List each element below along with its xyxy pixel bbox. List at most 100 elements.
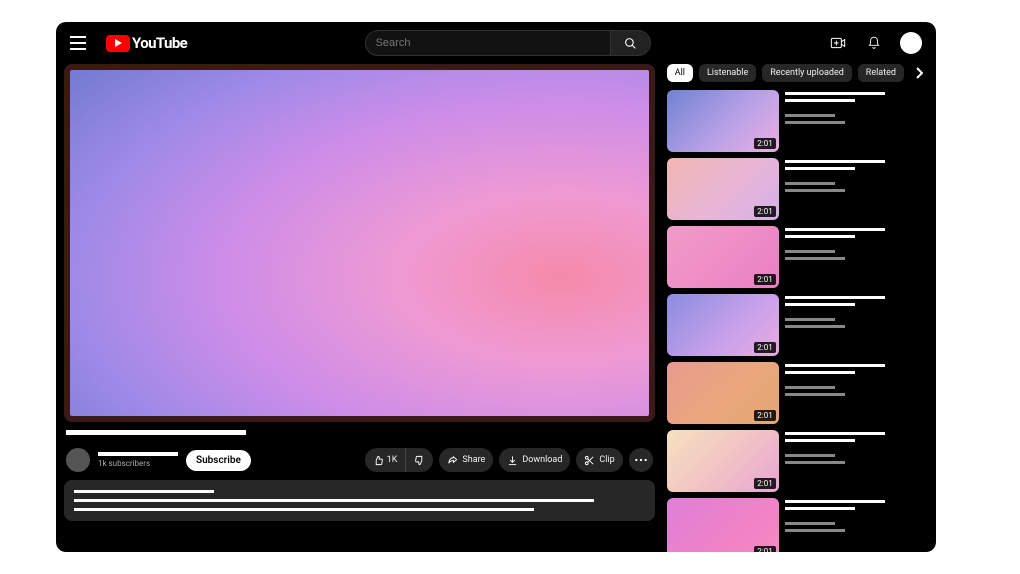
duration-badge: 2:01 xyxy=(754,342,775,353)
play-icon xyxy=(106,35,130,52)
related-video[interactable]: 2:01 xyxy=(667,226,928,288)
download-icon xyxy=(507,455,518,466)
related-channel-line xyxy=(785,250,835,253)
related-views-line xyxy=(785,461,845,464)
channel-name[interactable] xyxy=(98,452,178,456)
related-meta xyxy=(785,226,928,288)
related-title-line xyxy=(785,364,885,367)
like-count: 1K xyxy=(387,455,398,465)
related-title-line xyxy=(785,228,885,231)
youtube-logo[interactable]: YouTube xyxy=(106,34,187,52)
related-video[interactable]: 2:01 xyxy=(667,362,928,424)
filter-chip-all[interactable]: All xyxy=(667,64,693,82)
thumbs-up-icon xyxy=(373,455,384,466)
related-thumbnail[interactable]: 2:01 xyxy=(667,362,779,424)
channel-meta: 1k subscribers xyxy=(98,452,178,468)
below-player-row: 1k subscribers Subscribe 1K xyxy=(64,446,655,480)
related-thumbnail[interactable]: 2:01 xyxy=(667,90,779,152)
search-wrap xyxy=(365,30,651,56)
related-views-line xyxy=(785,257,845,260)
related-meta xyxy=(785,430,928,492)
related-channel-line xyxy=(785,318,835,321)
related-thumbnail[interactable]: 2:01 xyxy=(667,226,779,288)
related-title-line xyxy=(785,507,855,510)
action-row: 1K Share Download xyxy=(365,448,653,472)
create-button[interactable] xyxy=(828,33,848,53)
related-thumbnail[interactable]: 2:01 xyxy=(667,498,779,552)
related-title-line xyxy=(785,160,885,163)
related-views-line xyxy=(785,189,845,192)
clip-label: Clip xyxy=(599,455,614,465)
related-channel-line xyxy=(785,386,835,389)
app-frame: YouTube xyxy=(56,22,936,552)
related-video[interactable]: 2:01 xyxy=(667,90,928,152)
like-dislike-pill: 1K xyxy=(365,448,434,472)
create-icon xyxy=(830,36,846,50)
video-title xyxy=(66,430,653,440)
download-label: Download xyxy=(522,455,562,465)
related-meta xyxy=(785,158,928,220)
desc-line xyxy=(74,490,214,493)
desc-line xyxy=(74,508,534,511)
video-player-wrap xyxy=(64,64,655,422)
menu-icon[interactable] xyxy=(70,33,90,53)
more-actions-button[interactable] xyxy=(629,448,653,472)
bell-icon xyxy=(867,35,881,51)
related-channel-line xyxy=(785,522,835,525)
duration-badge: 2:01 xyxy=(754,478,775,489)
related-channel-line xyxy=(785,182,835,185)
related-thumbnail[interactable]: 2:01 xyxy=(667,430,779,492)
filter-chip-listenable[interactable]: Listenable xyxy=(699,64,756,82)
clip-button[interactable]: Clip xyxy=(576,448,622,472)
related-title-line xyxy=(785,167,855,170)
chevron-right-icon xyxy=(915,67,923,79)
related-thumbnail[interactable]: 2:01 xyxy=(667,158,779,220)
related-title-line xyxy=(785,99,855,102)
related-video[interactable]: 2:01 xyxy=(667,158,928,220)
more-icon xyxy=(634,458,648,462)
filter-chip-related[interactable]: Related xyxy=(858,64,904,82)
duration-badge: 2:01 xyxy=(754,138,775,149)
related-meta xyxy=(785,294,928,356)
search-button[interactable] xyxy=(611,30,651,56)
related-video[interactable]: 2:01 xyxy=(667,430,928,492)
scissors-icon xyxy=(584,455,595,466)
desc-line xyxy=(74,499,594,502)
related-views-line xyxy=(785,121,845,124)
main-column: 1k subscribers Subscribe 1K xyxy=(56,64,663,552)
duration-badge: 2:01 xyxy=(754,546,775,552)
filter-chips: All Listenable Recently uploaded Related xyxy=(667,64,928,82)
logo-text: YouTube xyxy=(132,34,187,52)
search-input[interactable] xyxy=(376,37,600,49)
related-meta xyxy=(785,90,928,152)
search-icon xyxy=(624,37,637,50)
chips-scroll-right[interactable] xyxy=(910,64,928,82)
related-views-line xyxy=(785,393,845,396)
description-box[interactable] xyxy=(64,480,655,521)
account-avatar[interactable] xyxy=(900,32,922,54)
channel-avatar[interactable] xyxy=(66,448,90,472)
header-actions xyxy=(828,32,922,54)
share-icon xyxy=(447,455,458,466)
related-video[interactable]: 2:01 xyxy=(667,498,928,552)
duration-badge: 2:01 xyxy=(754,206,775,217)
related-meta xyxy=(785,498,928,552)
like-button[interactable]: 1K xyxy=(365,448,406,472)
related-views-line xyxy=(785,529,845,532)
related-title-line xyxy=(785,235,855,238)
dislike-button[interactable] xyxy=(406,448,433,472)
related-title-line xyxy=(785,500,885,503)
notifications-button[interactable] xyxy=(864,33,884,53)
related-title-line xyxy=(785,296,885,299)
related-meta xyxy=(785,362,928,424)
share-button[interactable]: Share xyxy=(439,448,493,472)
video-player[interactable] xyxy=(70,70,649,416)
filter-chip-recently-uploaded[interactable]: Recently uploaded xyxy=(762,64,852,82)
download-button[interactable]: Download xyxy=(499,448,570,472)
related-thumbnail[interactable]: 2:01 xyxy=(667,294,779,356)
related-video[interactable]: 2:01 xyxy=(667,294,928,356)
subscribe-button[interactable]: Subscribe xyxy=(186,450,251,471)
related-list: 2:01 2:01 2:01 2:01 2:01 2:01 2:01 xyxy=(667,90,928,552)
duration-badge: 2:01 xyxy=(754,410,775,421)
sidebar: All Listenable Recently uploaded Related 2:… xyxy=(663,64,936,552)
